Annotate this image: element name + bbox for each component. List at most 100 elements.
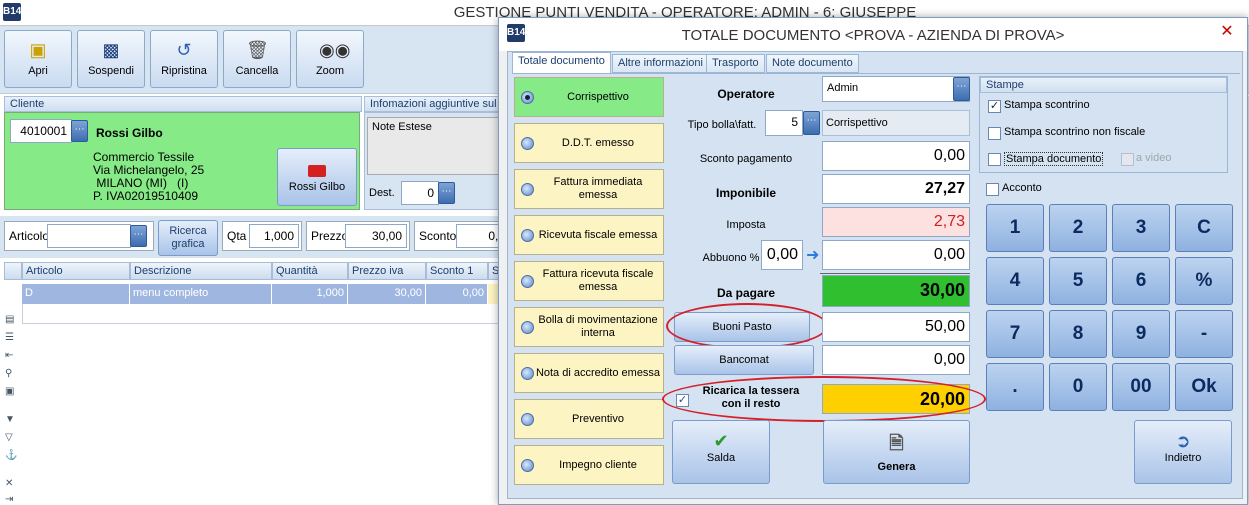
zoom-button[interactable]: ◉◉ Zoom [296,30,364,88]
arrow-right-icon[interactable]: ➜ [806,245,819,265]
table-row-empty[interactable] [22,304,510,324]
cliente-code-field[interactable]: 4010001 [10,119,72,143]
ripristina-button-label: Ripristina [161,65,207,77]
stampe-group: Stampe ✓ Stampa scontrino Stampa scontri… [979,76,1228,173]
keypad-ok[interactable]: Ok [1175,363,1233,411]
cliente-lookup-button[interactable]: ⋯ [71,120,88,142]
keypad-3[interactable]: 3 [1112,204,1170,252]
apri-button[interactable]: ▣ Apri [4,30,72,88]
grid-side-toolbar: ▤ ☰ ⇤ ⚲ ▣ ▼ ▽ ⚓ ✕ ⇥ [0,310,22,505]
grid-header-prezzo-iva[interactable]: Prezzo iva [348,262,426,280]
zoom-button-label: Zoom [315,65,345,77]
genera-button[interactable]: 🗎 Genera [823,420,970,484]
cliente-name: Rossi Gilbo [96,126,163,140]
tab-totale-documento[interactable]: Totale documento [512,52,611,74]
filter-clear-icon[interactable]: ▽ [5,432,18,443]
close-column-icon[interactable]: ✕ [5,478,18,489]
cancella-button[interactable]: 🗑 Cancella [223,30,291,88]
grid-header-descrizione[interactable]: Descrizione [130,262,272,280]
cliente-card-button[interactable]: Rossi Gilbo [277,148,357,206]
tab-trasporto[interactable]: Trasporto [706,54,765,73]
stampa-documento-checkbox[interactable] [988,153,1001,166]
table-row-cell-sconto[interactable]: 0,00 [426,284,488,304]
tab-note-documento[interactable]: Note documento [766,54,859,73]
keypad-6[interactable]: 6 [1112,257,1170,305]
option-nota-accredito[interactable]: Nota di accredito emessa [514,353,664,393]
anchor-icon[interactable]: ⚓ [5,450,18,461]
buoni-pasto-field[interactable]: 50,00 [822,312,970,342]
option-corrispettivo[interactable]: Corrispettivo [514,77,664,117]
grid-header-articolo[interactable]: Articolo [22,262,130,280]
genera-button-label: Genera [877,461,916,473]
grid-tool-icon-1[interactable]: ▤ [5,314,18,325]
option-bolla-movimentazione[interactable]: Bolla di movimentazione interna [514,307,664,347]
option-label: Nota di accredito emessa [535,366,661,379]
insert-icon[interactable]: ⇤ [5,350,18,361]
qta-input[interactable]: 1,000 [249,224,299,248]
table-row-cell-prezzo[interactable]: 30,00 [348,284,426,304]
dest-field[interactable]: 0 [401,181,439,205]
keypad-clear[interactable]: C [1175,204,1233,252]
ricerca-grafica-button[interactable]: Ricerca grafica [158,220,218,256]
stampa-non-fiscale-checkbox[interactable] [988,127,1001,140]
acconto-checkbox[interactable] [986,183,999,196]
sconto-pagamento-field[interactable]: 0,00 [822,141,970,171]
keypad-5[interactable]: 5 [1049,257,1107,305]
keypad-dot[interactable]: . [986,363,1044,411]
radio-icon [521,413,534,426]
note-estese-box[interactable]: Note Estese [367,117,503,175]
grid-header-quantita[interactable]: Quantità [272,262,348,280]
ripristina-button[interactable]: ↺ Ripristina [150,30,218,88]
expand-column-icon[interactable]: ⇥ [5,494,18,505]
operatore-lookup-button[interactable]: ⋯ [953,77,970,101]
list-icon[interactable]: ☰ [5,332,18,343]
articolo-lookup-button[interactable]: ⋯ [130,225,147,247]
option-ddt-emesso[interactable]: D.D.T. emesso [514,123,664,163]
keypad-4[interactable]: 4 [986,257,1044,305]
option-preventivo[interactable]: Preventivo [514,399,664,439]
close-icon[interactable]: ✕ [1211,20,1243,44]
stampe-header: Stampe [980,77,1227,93]
prezzo-input[interactable]: 30,00 [345,224,407,248]
bancomat-field[interactable]: 0,00 [822,345,970,375]
option-ricevuta-fiscale[interactable]: Ricevuta fiscale emessa [514,215,664,255]
salda-button[interactable]: ✔ Salda [672,420,770,484]
keypad-percent[interactable]: % [1175,257,1233,305]
keypad-1[interactable]: 1 [986,204,1044,252]
abbuono-percent-field[interactable]: 0,00 [761,240,803,270]
stampa-scontrino-checkbox[interactable]: ✓ [988,100,1001,113]
table-row-cell-descrizione[interactable]: menu completo [130,284,272,304]
totale-documento-pane: Corrispettivo D.D.T. emesso Fattura imme… [512,73,1240,497]
cliente-header: Cliente [4,96,362,112]
bancomat-button[interactable]: Bancomat [674,345,814,375]
image-icon[interactable]: ▣ [5,386,18,397]
tab-altre-informazioni[interactable]: Altre informazioni [612,54,709,73]
operatore-field[interactable]: Admin [822,76,970,102]
keypad-9[interactable]: 9 [1112,310,1170,358]
keypad-00[interactable]: 00 [1112,363,1170,411]
grid-header-sconto1[interactable]: Sconto 1 [426,262,488,280]
articolo-input[interactable] [47,224,131,248]
keypad-2[interactable]: 2 [1049,204,1107,252]
search-icon[interactable]: ⚲ [5,368,18,379]
save-icon: ▩ [102,40,120,60]
tipo-bolla-lookup-button[interactable]: ⋯ [803,111,820,135]
filter-icon[interactable]: ▼ [5,414,18,425]
option-label: Fattura ricevuta fiscale emessa [542,268,654,293]
option-fattura-ricevuta-fiscale[interactable]: Fattura ricevuta fiscale emessa [514,261,664,301]
abbuono-field[interactable]: 0,00 [822,240,970,270]
highlight-buoni-pasto [666,303,828,349]
indietro-button[interactable]: ➲ Indietro [1134,420,1232,484]
a-video-checkbox[interactable] [1121,153,1134,166]
keypad-minus[interactable]: - [1175,310,1233,358]
tipo-bolla-field[interactable]: 5 [765,110,803,136]
keypad-7[interactable]: 7 [986,310,1044,358]
option-impegno-cliente[interactable]: Impegno cliente [514,445,664,485]
keypad-8[interactable]: 8 [1049,310,1107,358]
sospendi-button[interactable]: ▩ Sospendi [77,30,145,88]
table-row-cell-quantita[interactable]: 1,000 [272,284,348,304]
dest-lookup-button[interactable]: ⋯ [438,182,455,204]
table-row-cell-articolo[interactable]: D [22,284,130,304]
keypad-0[interactable]: 0 [1049,363,1107,411]
option-fattura-immediata[interactable]: Fattura immediata emessa [514,169,664,209]
